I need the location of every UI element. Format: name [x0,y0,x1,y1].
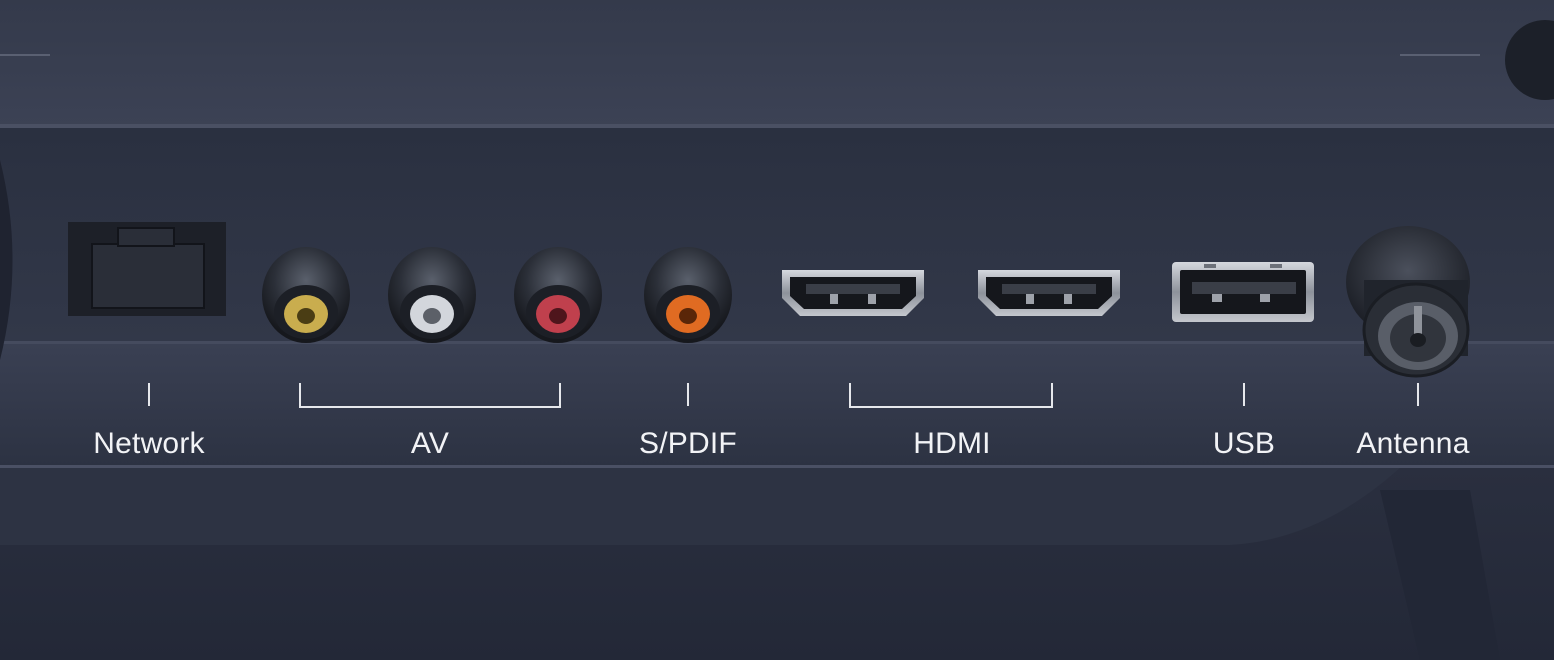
hdmi-port-2[interactable] [978,270,1120,316]
antenna-connector[interactable] [1346,226,1470,378]
av-audio-left-jack[interactable] [388,247,476,343]
av-video-jack[interactable] [262,247,350,343]
usb-port[interactable] [1172,262,1314,322]
ethernet-port[interactable] [68,222,226,316]
usb-label: USB [1212,427,1276,460]
av-label: AV [410,427,450,460]
hdmi-port-1[interactable] [782,270,924,316]
rear-panel-illustration [0,0,1554,660]
spdif-label: S/PDIF [639,427,737,460]
tv-rear-panel-photo: Network AV S/PDIF HDMI USB Antenna [0,0,1554,660]
spdif-jack[interactable] [644,247,732,343]
av-audio-right-jack[interactable] [514,247,602,343]
network-label: Network [93,427,205,460]
hdmi-label: HDMI [913,427,991,460]
antenna-label: Antenna [1356,427,1470,460]
